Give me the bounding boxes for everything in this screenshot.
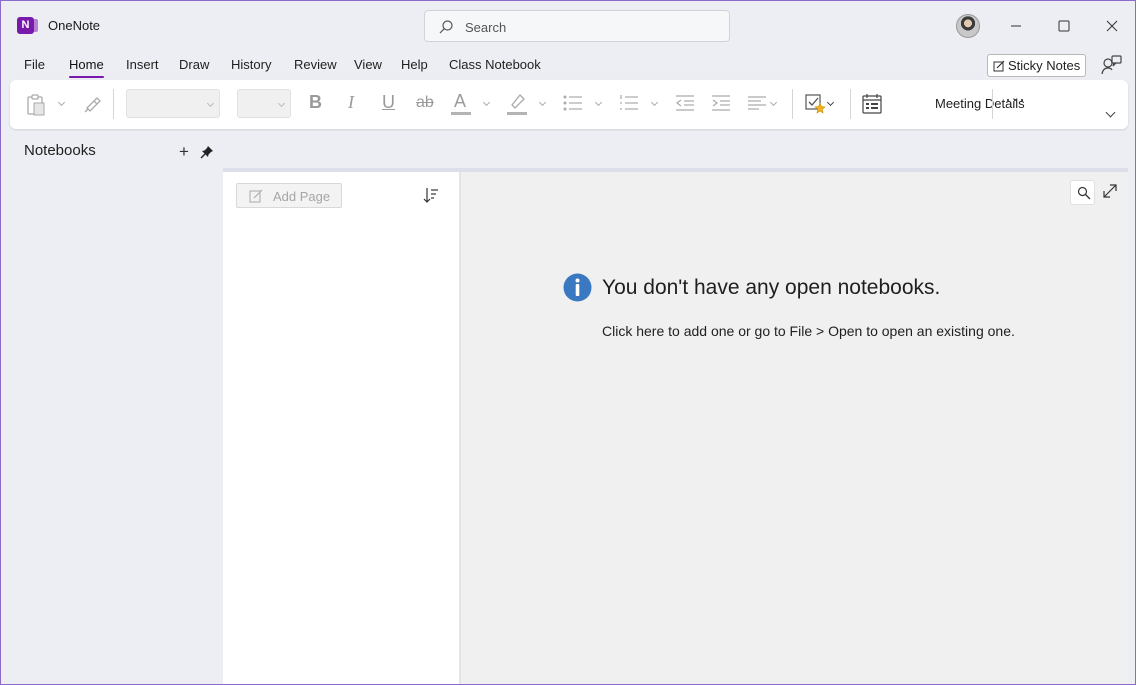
ribbon-separator [113, 89, 114, 119]
maximize-icon [1058, 20, 1070, 32]
tab-history[interactable]: History [231, 57, 271, 72]
numbering-chevron-icon[interactable] [650, 98, 659, 107]
sticky-notes-label: Sticky Notes [1008, 58, 1081, 73]
tab-review[interactable]: Review [294, 57, 337, 72]
search-input[interactable] [465, 17, 715, 37]
ribbon-separator [850, 89, 851, 119]
ribbon-separator [992, 89, 993, 119]
app-title: OneNote [48, 18, 101, 33]
highlight-swatch [507, 112, 527, 115]
paste-options-chevron-icon[interactable] [57, 98, 66, 107]
minimize-button[interactable] [1001, 11, 1031, 41]
ribbon-toolbar: B I U ab A Meeting Details ··· [10, 80, 1128, 129]
pages-pane: Add Page [223, 172, 459, 684]
align-chevron-icon[interactable] [769, 98, 778, 107]
more-options-button[interactable]: ··· [1005, 89, 1026, 110]
underline-button[interactable]: U [382, 92, 395, 113]
sticky-notes-button[interactable]: Sticky Notes [987, 54, 1086, 77]
tag-chevron-icon[interactable] [826, 98, 835, 107]
onenote-window: N OneNote File Home Insert Draw History … [0, 0, 1136, 685]
note-canvas[interactable]: You don't have any open notebooks. Click… [461, 172, 1128, 684]
canvas-search-button[interactable] [1070, 180, 1095, 205]
expand-icon[interactable] [1102, 183, 1118, 199]
tab-view[interactable]: View [354, 57, 382, 72]
minimize-icon [1011, 25, 1021, 27]
add-page-label: Add Page [273, 189, 331, 204]
align-icon[interactable] [747, 95, 767, 111]
ribbon-separator [792, 89, 793, 119]
ribbon-collapse-chevron-icon[interactable] [1105, 107, 1116, 118]
onenote-logo-icon: N [17, 17, 38, 34]
bullets-icon[interactable] [563, 94, 583, 112]
info-icon [563, 273, 592, 302]
add-notebook-button[interactable]: + [179, 143, 189, 160]
feedback-icon[interactable] [1100, 54, 1122, 76]
search-box[interactable] [424, 10, 730, 42]
clipboard-icon[interactable] [26, 94, 46, 116]
close-icon [1106, 20, 1118, 32]
tab-home[interactable]: Home [69, 57, 104, 78]
format-painter-icon[interactable] [82, 94, 102, 114]
search-icon [1077, 186, 1091, 200]
bold-button[interactable]: B [309, 92, 322, 113]
search-icon [439, 20, 453, 34]
highlighter-icon [511, 94, 525, 109]
bullets-chevron-icon[interactable] [594, 98, 603, 107]
add-page-icon [249, 189, 263, 203]
font-family-select[interactable] [126, 89, 220, 118]
font-size-select[interactable] [237, 89, 291, 118]
highlight-button[interactable] [507, 91, 529, 118]
font-color-button[interactable]: A [451, 90, 473, 118]
tab-help[interactable]: Help [401, 57, 428, 72]
add-page-button[interactable]: Add Page [236, 183, 342, 208]
tab-draw[interactable]: Draw [179, 57, 209, 72]
empty-state-title: You don't have any open notebooks. [602, 276, 941, 299]
maximize-button[interactable] [1049, 11, 1079, 41]
font-color-label: A [454, 91, 467, 111]
sticky-note-icon [993, 60, 1005, 72]
title-bar: N OneNote [1, 1, 1135, 51]
user-avatar[interactable] [956, 14, 980, 38]
empty-state-hint[interactable]: Click here to add one or go to File > Op… [602, 323, 1015, 339]
font-color-chevron-icon[interactable] [482, 98, 491, 107]
italic-button[interactable]: I [348, 92, 354, 113]
sort-icon[interactable] [423, 187, 439, 203]
close-button[interactable] [1097, 11, 1127, 41]
notebooks-title: Notebooks [24, 142, 96, 159]
highlight-chevron-icon[interactable] [538, 98, 547, 107]
tab-file[interactable]: File [24, 57, 45, 72]
indent-icon[interactable] [711, 94, 731, 112]
meeting-icon [862, 94, 882, 114]
numbering-icon[interactable] [619, 94, 639, 112]
menu-bar: File Home Insert Draw History Review Vie… [1, 51, 1135, 81]
font-color-swatch [451, 112, 471, 115]
tag-icon[interactable] [805, 93, 827, 115]
outdent-icon[interactable] [675, 94, 695, 112]
pin-icon[interactable] [200, 145, 214, 159]
tab-insert[interactable]: Insert [126, 57, 159, 72]
tab-class-notebook[interactable]: Class Notebook [449, 57, 541, 72]
strikethrough-button[interactable]: ab [416, 94, 434, 112]
